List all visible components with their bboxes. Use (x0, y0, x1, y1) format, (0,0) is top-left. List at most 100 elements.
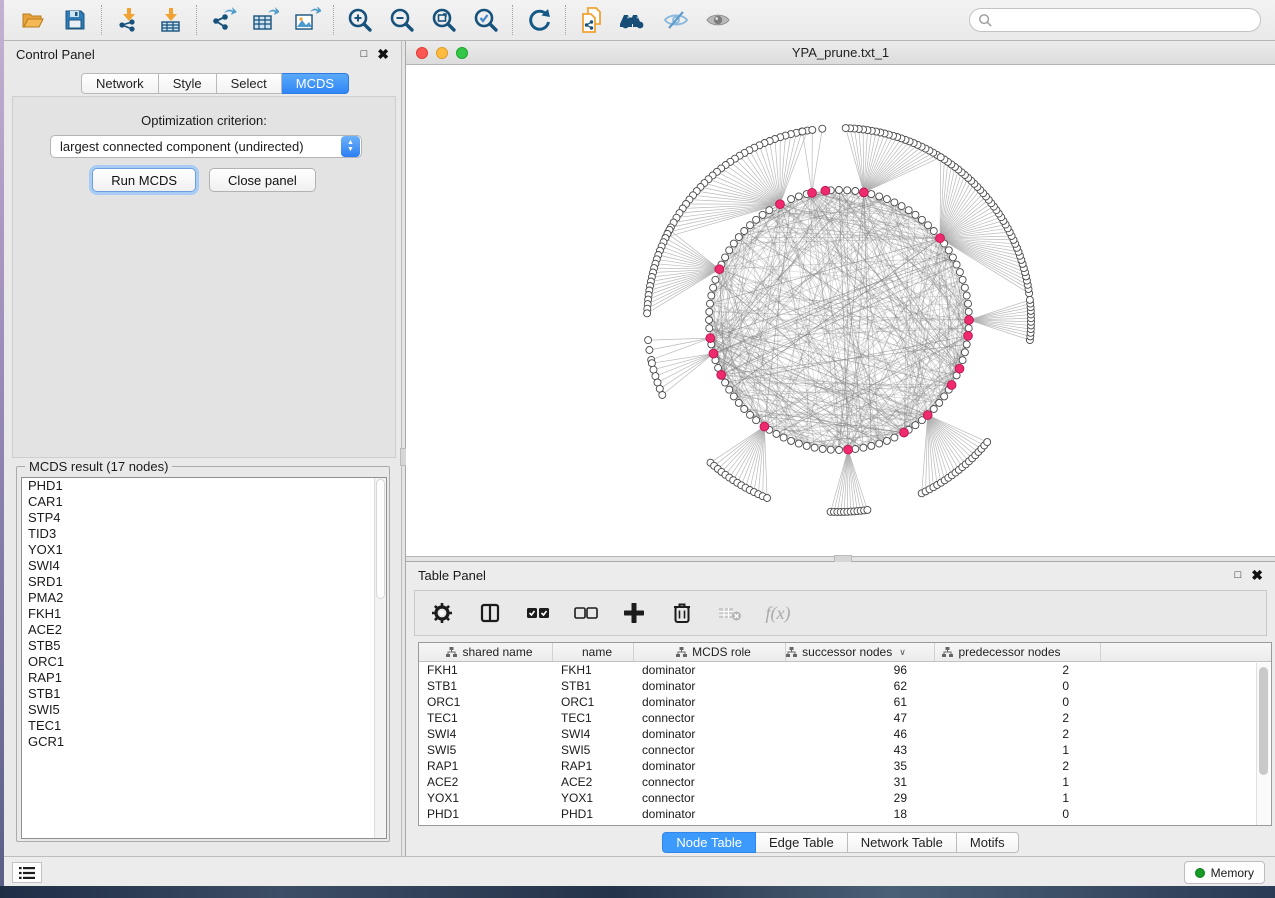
table-scrollbar[interactable] (1256, 663, 1270, 825)
mcds-result-list[interactable]: PHD1CAR1STP4TID3YOX1SWI4SRD1PMA2FKH1ACE2… (21, 477, 387, 839)
table-row[interactable]: ORC1ORC1dominator610 (419, 694, 1271, 710)
cell-name: STB1 (553, 678, 634, 694)
table-row[interactable]: SWI5SWI5connector431 (419, 742, 1271, 758)
column-header-mcds-role[interactable]: MCDS role (634, 643, 786, 661)
cell-name: FKH1 (553, 662, 634, 678)
add-column-icon[interactable] (621, 598, 647, 628)
node-table-body: FKH1FKH1dominator962STB1STB1dominator620… (419, 662, 1271, 822)
table-tabs: Node Table Edge Table Network Table Moti… (406, 832, 1275, 853)
cell-successor: 29 (786, 790, 935, 806)
memory-button[interactable]: Memory (1184, 861, 1265, 884)
column-header-successor-nodes[interactable]: successor nodes ∨ (786, 643, 935, 661)
search-input[interactable] (993, 13, 1252, 27)
float-panel-icon[interactable]: □ (361, 48, 368, 60)
mcds-node-item[interactable]: YOX1 (22, 542, 386, 558)
network-titlebar[interactable]: YPA_prune.txt_1 (406, 41, 1275, 65)
table-row[interactable]: YOX1YOX1connector291 (419, 790, 1271, 806)
cell-successor: 62 (786, 678, 935, 694)
zoom-in-icon[interactable] (339, 3, 381, 37)
mcds-node-item[interactable]: TID3 (22, 526, 386, 542)
cell-predecessor: 0 (935, 806, 1101, 822)
tab-motifs[interactable]: Motifs (957, 832, 1019, 853)
attribute-icon (786, 647, 797, 657)
open-folder-icon[interactable] (12, 3, 54, 37)
desktop-wallpaper (0, 0, 4, 886)
select-all-icon[interactable] (525, 598, 551, 628)
columns-icon[interactable] (477, 598, 503, 628)
toolbar-separator (196, 5, 197, 35)
mcds-node-item[interactable]: STB5 (22, 638, 386, 654)
tab-select[interactable]: Select (217, 73, 282, 94)
mcds-node-item[interactable]: STP4 (22, 510, 386, 526)
column-header-name[interactable]: name (553, 643, 634, 661)
tab-node-table[interactable]: Node Table (662, 832, 756, 853)
cell-mcds_role: connector (634, 774, 786, 790)
zoom-selected-icon[interactable] (465, 3, 507, 37)
column-header-predecessor-nodes[interactable]: predecessor nodes (935, 643, 1101, 661)
network-graph[interactable] (406, 65, 1275, 556)
cell-predecessor: 2 (935, 710, 1101, 726)
import-network-icon[interactable] (107, 3, 149, 37)
table-row[interactable]: STB1STB1dominator620 (419, 678, 1271, 694)
refresh-icon[interactable] (518, 3, 560, 37)
tab-mcds[interactable]: MCDS (282, 73, 349, 94)
column-header-shared-name[interactable]: shared name (419, 643, 553, 661)
mcds-node-item[interactable]: CAR1 (22, 494, 386, 510)
cell-name: YOX1 (553, 790, 634, 806)
attribute-icon (942, 647, 953, 657)
deselect-all-icon[interactable] (573, 598, 599, 628)
table-row[interactable]: SWI4SWI4dominator462 (419, 726, 1271, 742)
tab-style[interactable]: Style (159, 73, 217, 94)
table-row[interactable]: RAP1RAP1dominator352 (419, 758, 1271, 774)
gear-icon[interactable] (429, 598, 455, 628)
export-table-icon[interactable] (244, 3, 286, 37)
table-panel: Table Panel □ ✖ f(x) (406, 562, 1275, 856)
mcds-node-item[interactable]: GCR1 (22, 734, 386, 750)
export-image-icon[interactable] (286, 3, 328, 37)
mcds-node-item[interactable]: FKH1 (22, 606, 386, 622)
mcds-node-item[interactable]: RAP1 (22, 670, 386, 686)
mcds-node-item[interactable]: SWI5 (22, 702, 386, 718)
cell-shared_name: YOX1 (419, 790, 553, 806)
cell-predecessor: 0 (935, 678, 1101, 694)
mcds-node-item[interactable]: TEC1 (22, 718, 386, 734)
export-network-icon[interactable] (202, 3, 244, 37)
close-panel-button[interactable]: Close panel (209, 168, 316, 192)
desktop-wallpaper (0, 886, 1275, 898)
float-panel-icon[interactable]: □ (1235, 569, 1242, 581)
zoom-out-icon[interactable] (381, 3, 423, 37)
tab-edge-table[interactable]: Edge Table (756, 832, 848, 853)
delete-column-icon[interactable] (669, 598, 695, 628)
search-box[interactable] (969, 8, 1261, 32)
cell-successor: 47 (786, 710, 935, 726)
search-network-icon[interactable] (613, 3, 655, 37)
run-mcds-button[interactable]: Run MCDS (92, 168, 196, 192)
mcds-node-item[interactable]: ORC1 (22, 654, 386, 670)
tab-network-table[interactable]: Network Table (848, 832, 957, 853)
mcds-node-item[interactable]: PHD1 (22, 478, 386, 494)
tab-network[interactable]: Network (81, 73, 159, 94)
import-table-icon[interactable] (149, 3, 191, 37)
optimization-criterion-select[interactable]: largest connected component (undirected)… (50, 135, 362, 158)
mcds-node-item[interactable]: SRD1 (22, 574, 386, 590)
copy-network-icon[interactable] (571, 3, 613, 37)
mcds-node-item[interactable]: STB1 (22, 686, 386, 702)
mcds-node-item[interactable]: PMA2 (22, 590, 386, 606)
show-eye-icon[interactable] (697, 3, 739, 37)
close-panel-icon[interactable]: ✖ (377, 49, 389, 59)
mcds-list-scrollbar[interactable] (374, 478, 386, 838)
close-panel-icon[interactable]: ✖ (1251, 570, 1263, 580)
hide-eye-icon[interactable] (655, 3, 697, 37)
mcds-node-item[interactable]: ACE2 (22, 622, 386, 638)
zoom-fit-icon[interactable] (423, 3, 465, 37)
mcds-node-item[interactable]: SWI4 (22, 558, 386, 574)
table-row[interactable]: FKH1FKH1dominator962 (419, 662, 1271, 678)
table-row[interactable]: TEC1TEC1connector472 (419, 710, 1271, 726)
status-bar: Memory (4, 856, 1275, 886)
table-row[interactable]: ACE2ACE2connector311 (419, 774, 1271, 790)
table-row[interactable]: PHD1PHD1dominator180 (419, 806, 1271, 822)
cell-mcds_role: connector (634, 710, 786, 726)
log-console-button[interactable] (12, 862, 42, 883)
save-icon[interactable] (54, 3, 96, 37)
cell-successor: 43 (786, 742, 935, 758)
